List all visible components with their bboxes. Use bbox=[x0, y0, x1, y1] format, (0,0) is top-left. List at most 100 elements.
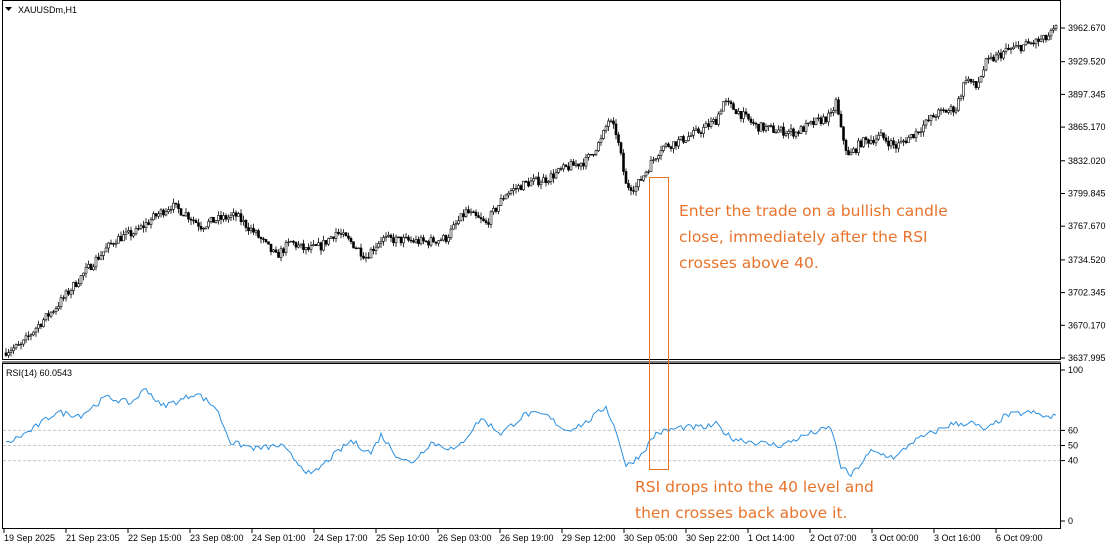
candle-body bbox=[734, 109, 738, 115]
candle-body bbox=[612, 120, 615, 125]
candle-body bbox=[182, 214, 185, 217]
candle-body bbox=[952, 106, 955, 113]
candle-body bbox=[797, 131, 800, 134]
candle-body bbox=[1054, 24, 1058, 29]
candle-body bbox=[374, 246, 378, 252]
candle-body bbox=[224, 215, 228, 220]
candle-body bbox=[234, 212, 238, 217]
candle-body bbox=[507, 192, 510, 196]
candle-body bbox=[562, 164, 565, 170]
candle-body bbox=[982, 69, 985, 77]
candle-body bbox=[554, 172, 558, 179]
candle-body bbox=[257, 230, 260, 238]
candle-body bbox=[132, 233, 135, 237]
candle-body bbox=[699, 132, 703, 134]
chart-symbol-label: XAUUSDm,H1 bbox=[18, 5, 77, 15]
candle-body bbox=[144, 222, 148, 228]
candle-body bbox=[609, 120, 613, 123]
candle-body bbox=[764, 126, 768, 131]
candle-body bbox=[32, 331, 35, 336]
candle-body bbox=[862, 137, 865, 148]
candle-body bbox=[769, 125, 773, 127]
candle-body bbox=[162, 209, 165, 216]
collapse-triangle-icon[interactable] bbox=[5, 7, 12, 11]
candle-body bbox=[509, 190, 513, 194]
candle-body bbox=[782, 126, 785, 136]
candle-body bbox=[1032, 42, 1035, 45]
time-tick-label: 23 Sep 08:00 bbox=[190, 533, 244, 543]
candle-body bbox=[464, 209, 468, 217]
candle-body bbox=[852, 148, 855, 153]
time-tick-label: 22 Sep 15:00 bbox=[128, 533, 182, 543]
candle-body bbox=[479, 217, 483, 220]
price-tick-label: 3637.995 bbox=[1068, 353, 1106, 363]
candle-body bbox=[199, 225, 203, 230]
time-tick-label: 29 Sep 12:00 bbox=[562, 533, 616, 543]
candle-body bbox=[1019, 45, 1023, 52]
candle-body bbox=[247, 227, 250, 232]
candle-body bbox=[259, 237, 263, 240]
candle-body bbox=[139, 225, 143, 230]
candle-body bbox=[784, 133, 788, 136]
candle-body bbox=[794, 131, 798, 137]
candle-body bbox=[909, 134, 913, 138]
candle-body bbox=[807, 122, 810, 125]
candle-body bbox=[324, 240, 328, 245]
candle-body bbox=[319, 242, 323, 251]
candle-body bbox=[74, 282, 78, 287]
rsi-tick-label: 50 bbox=[1068, 441, 1078, 451]
rsi-tick-label: 60 bbox=[1068, 425, 1078, 435]
candle-body bbox=[1044, 35, 1048, 41]
candle-body bbox=[242, 220, 245, 223]
candle-body bbox=[919, 131, 923, 134]
candle-body bbox=[42, 319, 45, 327]
candle-body bbox=[984, 58, 988, 71]
candle-body bbox=[1002, 51, 1005, 59]
candle-body bbox=[147, 222, 150, 225]
candle-body bbox=[494, 208, 498, 212]
candle-body bbox=[327, 238, 330, 245]
candle-body bbox=[402, 237, 405, 244]
candle-body bbox=[702, 127, 705, 134]
candle-body bbox=[657, 155, 660, 160]
candle-body bbox=[169, 209, 173, 211]
candle-body bbox=[1022, 44, 1025, 52]
candle-body bbox=[759, 122, 763, 132]
candle-body bbox=[742, 111, 745, 119]
candle-body bbox=[989, 56, 993, 59]
candle-body bbox=[999, 52, 1003, 59]
candle-body bbox=[249, 227, 253, 232]
candle-body bbox=[352, 241, 355, 249]
price-tick-label: 3702.345 bbox=[1068, 288, 1106, 298]
candle-body bbox=[887, 140, 890, 147]
candle-body bbox=[1037, 38, 1040, 42]
price-tick-label: 3897.345 bbox=[1068, 89, 1106, 99]
candle-body bbox=[34, 327, 38, 333]
price-axis: 3962.670 3929.520 3897.345 3865.170 3832.020… bbox=[1061, 23, 1106, 363]
candle-body bbox=[297, 244, 300, 248]
candle-body bbox=[809, 121, 813, 124]
candle-body bbox=[484, 220, 488, 223]
candle-body bbox=[867, 139, 870, 144]
time-tick-label: 25 Sep 10:00 bbox=[376, 533, 430, 543]
rsi-axis: 100 60 50 40 0 bbox=[1061, 365, 1083, 526]
candle-body bbox=[7, 352, 10, 356]
candle-body bbox=[917, 131, 920, 134]
candle-body bbox=[602, 130, 605, 139]
candle-body bbox=[547, 181, 550, 183]
candle-body bbox=[849, 152, 853, 156]
candle-body bbox=[244, 220, 248, 228]
candle-body bbox=[939, 109, 943, 111]
candle-body bbox=[1039, 38, 1043, 42]
candle-body bbox=[349, 238, 353, 243]
rsi-annotation-line: then crosses back above it. bbox=[635, 504, 848, 522]
candle-body bbox=[104, 247, 108, 253]
candle-body bbox=[767, 125, 770, 127]
candle-body bbox=[724, 100, 728, 103]
price-tick-label: 3929.520 bbox=[1068, 57, 1106, 67]
candle-body bbox=[777, 129, 780, 133]
candle-body bbox=[914, 131, 918, 139]
candle-body bbox=[879, 132, 883, 136]
candle-body bbox=[694, 128, 698, 131]
candle-body bbox=[229, 214, 233, 218]
